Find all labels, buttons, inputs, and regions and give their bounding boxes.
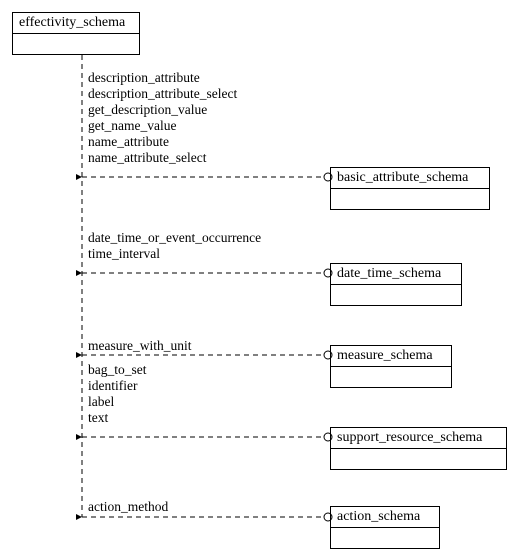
connector-support [82,433,332,441]
connectors-svg [0,0,520,558]
connector-measure [82,351,332,359]
connector-basic [82,173,332,181]
connector-datetime [82,269,332,277]
connector-action [82,513,332,521]
